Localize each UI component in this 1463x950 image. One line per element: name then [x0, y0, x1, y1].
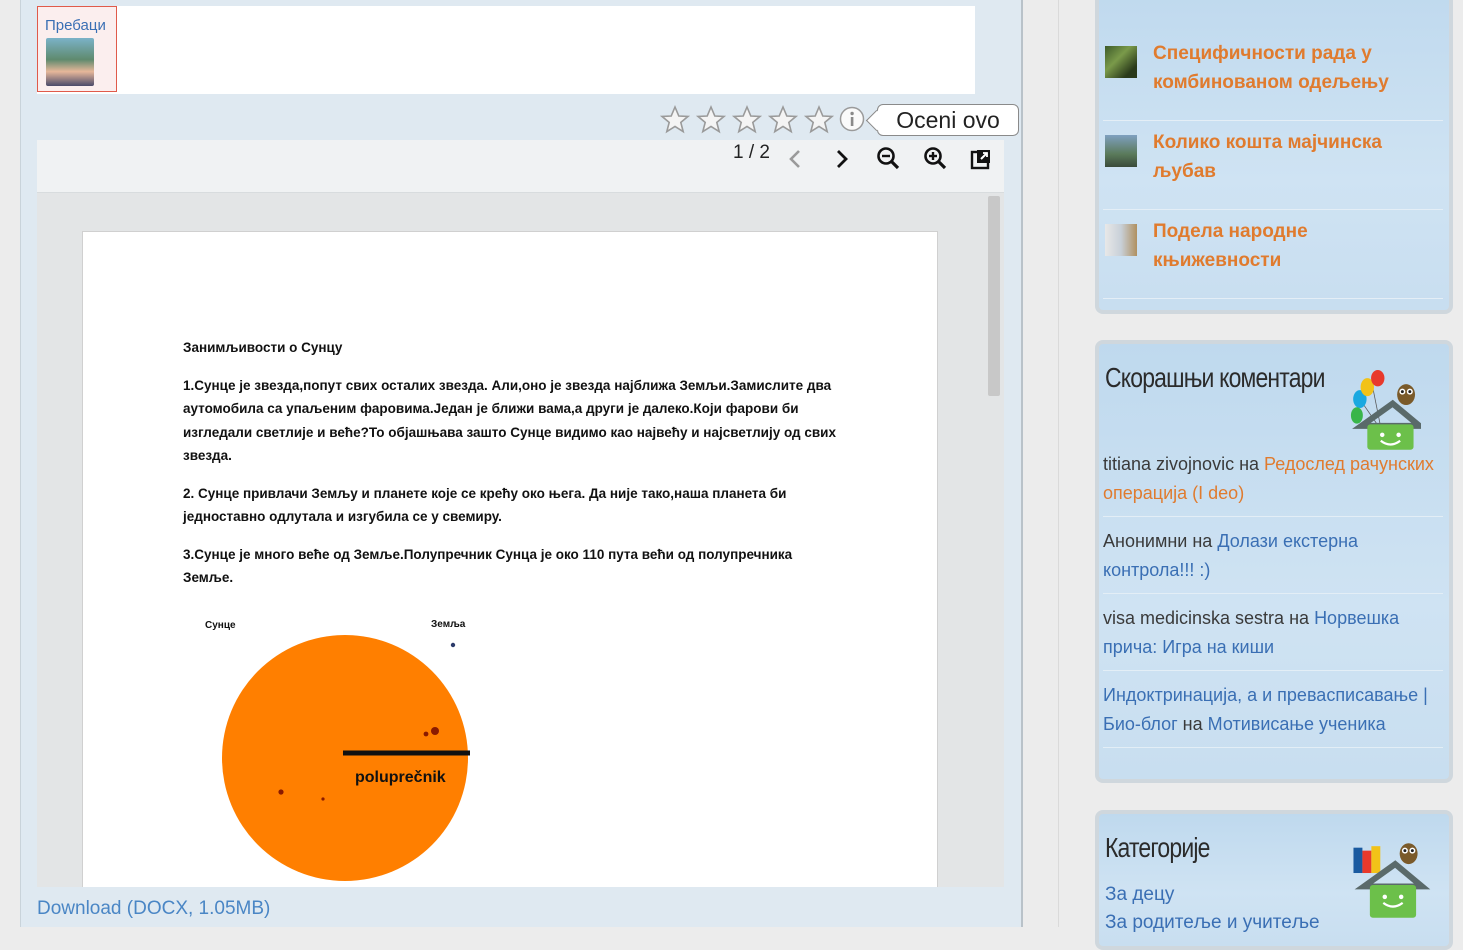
document-page: Занимљивости о Сунцу 1.Сунце је звезда,п… [82, 231, 938, 887]
document-paragraph-1: 1.Сунце је звезда,попут свих осталих зве… [183, 377, 836, 464]
share-button[interactable]: Пребаци [37, 6, 117, 92]
comment-author: visa medicinska sestra [1103, 608, 1285, 628]
comment-author: titiana zivojnovic [1103, 454, 1235, 474]
comment-item: Индоктринација, а и превасписавање | Био… [1103, 681, 1443, 748]
category-link[interactable]: За децу [1105, 884, 1174, 906]
sun-label: Сунце [205, 620, 236, 631]
star-icon-4[interactable] [767, 104, 799, 136]
comment-on: на [1289, 608, 1310, 628]
page-indicator: 1 / 2 [733, 142, 770, 163]
comment-on: на [1182, 714, 1203, 734]
house-books-icon [1353, 843, 1431, 918]
zoom-out-icon[interactable] [873, 144, 903, 174]
post-thumb-image [1105, 135, 1137, 167]
categories-widget: Категорије За децу За родитеље и учитеље [1095, 810, 1453, 950]
star-icon-3[interactable] [731, 104, 763, 136]
info-icon[interactable] [839, 106, 865, 132]
post-title[interactable]: Специфичности рада у комбинованом одељењ… [1153, 39, 1433, 97]
document-text: Занимљивости о Сунцу 1.Сунце је звезда,п… [183, 336, 843, 604]
star-icon-5[interactable] [803, 104, 835, 136]
document-paragraph-3: 3.Сунце је много веће од Земље.Полупречн… [183, 546, 793, 586]
sun-disc [222, 635, 468, 881]
star-icon-1[interactable] [659, 104, 691, 136]
document-viewer[interactable]: Занимљивости о Сунцу 1.Сунце је звезда,п… [37, 193, 1004, 887]
share-label: Пребаци [45, 17, 106, 34]
post-title[interactable]: Подела народне књижевности [1153, 217, 1433, 275]
sunspot-1 [431, 727, 439, 735]
star-icon-2[interactable] [695, 104, 727, 136]
widget-title: Скорашњи коментари [1105, 362, 1325, 393]
download-link[interactable]: Download (DOCX, 1.05MB) [37, 898, 270, 920]
share-avatar-image [46, 38, 94, 86]
document-paragraph-2: 2. Сунце привлачи Земљу и планете које с… [183, 485, 787, 525]
rating-tooltip: Oceni ovo [877, 104, 1019, 136]
main-column: Пребаци Oceni ovo 1 / 2 Занимљивости о С… [20, 0, 1023, 927]
radius-label: poluprečnik [355, 769, 446, 786]
comment-on: на [1239, 454, 1260, 474]
recent-comments-widget: Скорашњи коментари titiana zivojnovic на… [1095, 340, 1453, 783]
sunspot-4 [321, 797, 325, 801]
next-page-icon[interactable] [827, 144, 857, 174]
popout-icon[interactable] [966, 144, 996, 174]
house-balloons-icon [1350, 369, 1421, 450]
post-thumb-image [1105, 46, 1137, 78]
post-item[interactable]: Специфичности рада у комбинованом одељењ… [1103, 34, 1443, 121]
comment-item: visa medicinska sestra на Норвешка прича… [1103, 604, 1443, 671]
post-thumb-image [1105, 224, 1137, 256]
comment-item: Анонимни на Долази екстерна контрола!!! … [1103, 527, 1443, 594]
post-item[interactable]: Колико кошта мајчинска љубав [1103, 123, 1443, 210]
category-link[interactable]: За родитеље и учитеље [1105, 912, 1320, 934]
posts-widget: Специфичности рада у комбинованом одељењ… [1095, 0, 1453, 314]
earth-dot [450, 642, 456, 648]
sunspot-2 [423, 731, 429, 737]
widget-title: Категорије [1105, 832, 1210, 863]
viewer-scrollbar[interactable] [988, 196, 1000, 396]
earth-label: Земља [431, 619, 466, 630]
comment-item: titiana zivojnovic на Редослед рачунских… [1103, 450, 1443, 517]
post-title[interactable]: Колико кошта мајчинска љубав [1153, 128, 1433, 186]
viewer-toolbar: 1 / 2 [37, 140, 1004, 193]
comment-author: Анонимни [1103, 531, 1188, 551]
post-item[interactable]: Подела народне књижевности [1103, 212, 1443, 299]
comment-on: на [1192, 531, 1213, 551]
comment-post-link[interactable]: Мотивисање ученика [1208, 714, 1386, 734]
document-title: Занимљивости о Сунцу [183, 340, 343, 355]
sun-earth-figure: Сунце Земља poluprečnik [205, 619, 470, 881]
sunspot-3 [278, 789, 284, 795]
zoom-in-icon[interactable] [920, 144, 950, 174]
share-box: Пребаци [37, 6, 975, 94]
prev-page-icon[interactable] [781, 144, 811, 174]
